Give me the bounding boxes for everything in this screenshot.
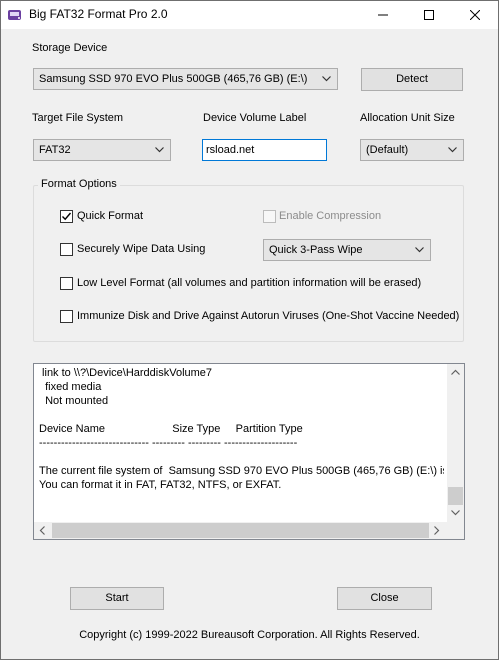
target-fs-value: FAT32 bbox=[39, 144, 71, 156]
vertical-scroll-thumb[interactable] bbox=[448, 487, 463, 505]
detect-button[interactable]: Detect bbox=[361, 68, 463, 91]
window-title: Big FAT32 Format Pro 2.0 bbox=[29, 7, 168, 21]
low-level-format-label[interactable]: Low Level Format (all volumes and partit… bbox=[77, 277, 421, 289]
wipe-method-value: Quick 3-Pass Wipe bbox=[269, 244, 363, 256]
format-options-title: Format Options bbox=[38, 178, 120, 190]
low-level-format-checkbox[interactable] bbox=[60, 277, 73, 290]
scrollbar-corner bbox=[447, 522, 464, 539]
vertical-scrollbar[interactable] bbox=[447, 364, 464, 522]
close-icon bbox=[470, 10, 480, 20]
volume-label-input[interactable]: rsload.net bbox=[202, 139, 327, 161]
horizontal-scrollbar[interactable] bbox=[34, 522, 447, 539]
log-line: You can format it in FAT, FAT32, NTFS, o… bbox=[39, 479, 282, 491]
quick-format-label[interactable]: Quick Format bbox=[77, 210, 143, 222]
storage-device-select[interactable]: Samsung SSD 970 EVO Plus 500GB (465,76 G… bbox=[33, 68, 338, 90]
title-bar[interactable]: Big FAT32 Format Pro 2.0 bbox=[1, 1, 498, 29]
scroll-left-icon[interactable] bbox=[39, 526, 45, 535]
checkmark-icon bbox=[62, 212, 72, 221]
maximize-icon bbox=[424, 10, 434, 20]
log-line: Not mounted bbox=[39, 395, 109, 407]
chevron-down-icon bbox=[322, 76, 331, 82]
log-line: link to \\?\Device\HarddiskVolume7 bbox=[39, 367, 213, 379]
target-fs-select[interactable]: FAT32 bbox=[33, 139, 171, 161]
chevron-down-icon bbox=[155, 147, 164, 153]
alloc-size-label: Allocation Unit Size bbox=[360, 112, 455, 124]
alloc-size-select[interactable]: (Default) bbox=[360, 139, 464, 161]
enable-compression-checkbox bbox=[263, 210, 276, 223]
immunize-checkbox[interactable] bbox=[60, 310, 73, 323]
immunize-label[interactable]: Immunize Disk and Drive Against Autorun … bbox=[77, 310, 459, 322]
start-button[interactable]: Start bbox=[70, 587, 164, 610]
log-lines: link to \\?\Device\HarddiskVolume7 fixed… bbox=[39, 366, 444, 521]
log-line: ------------------------------ ---------… bbox=[39, 437, 298, 449]
copyright-text: Copyright (c) 1999-2022 Bureausoft Corpo… bbox=[79, 629, 420, 641]
log-line: Device Name Size Type Partition Type bbox=[39, 423, 303, 435]
enable-compression-label: Enable Compression bbox=[279, 210, 382, 222]
close-button[interactable]: Close bbox=[337, 587, 432, 610]
app-window: Big FAT32 Format Pro 2.0 Storage Device … bbox=[0, 0, 499, 660]
log-line: fixed media bbox=[39, 381, 102, 393]
log-output[interactable]: link to \\?\Device\HarddiskVolume7 fixed… bbox=[33, 363, 465, 540]
minimize-icon bbox=[378, 14, 388, 16]
storage-device-label: Storage Device bbox=[32, 42, 108, 54]
wipe-method-select[interactable]: Quick 3-Pass Wipe bbox=[263, 239, 431, 261]
secure-wipe-label[interactable]: Securely Wipe Data Using bbox=[77, 243, 205, 255]
storage-device-value: Samsung SSD 970 EVO Plus 500GB (465,76 G… bbox=[39, 73, 308, 85]
chevron-down-icon bbox=[448, 147, 457, 153]
scroll-down-icon[interactable] bbox=[451, 510, 460, 516]
app-logo-icon bbox=[7, 7, 23, 23]
alloc-size-value: (Default) bbox=[366, 144, 409, 156]
maximize-button[interactable] bbox=[406, 1, 452, 29]
horizontal-scroll-thumb[interactable] bbox=[52, 523, 429, 538]
minimize-button[interactable] bbox=[360, 1, 406, 29]
scroll-right-icon[interactable] bbox=[434, 526, 440, 535]
log-line: The current file system of Samsung SSD 9… bbox=[39, 465, 444, 477]
chevron-down-icon bbox=[415, 247, 424, 253]
secure-wipe-checkbox[interactable] bbox=[60, 243, 73, 256]
close-window-button[interactable] bbox=[452, 1, 498, 29]
target-fs-label: Target File System bbox=[32, 112, 124, 124]
quick-format-checkbox[interactable] bbox=[60, 210, 73, 223]
scroll-up-icon[interactable] bbox=[451, 369, 460, 375]
volume-label-label: Device Volume Label bbox=[203, 112, 307, 124]
